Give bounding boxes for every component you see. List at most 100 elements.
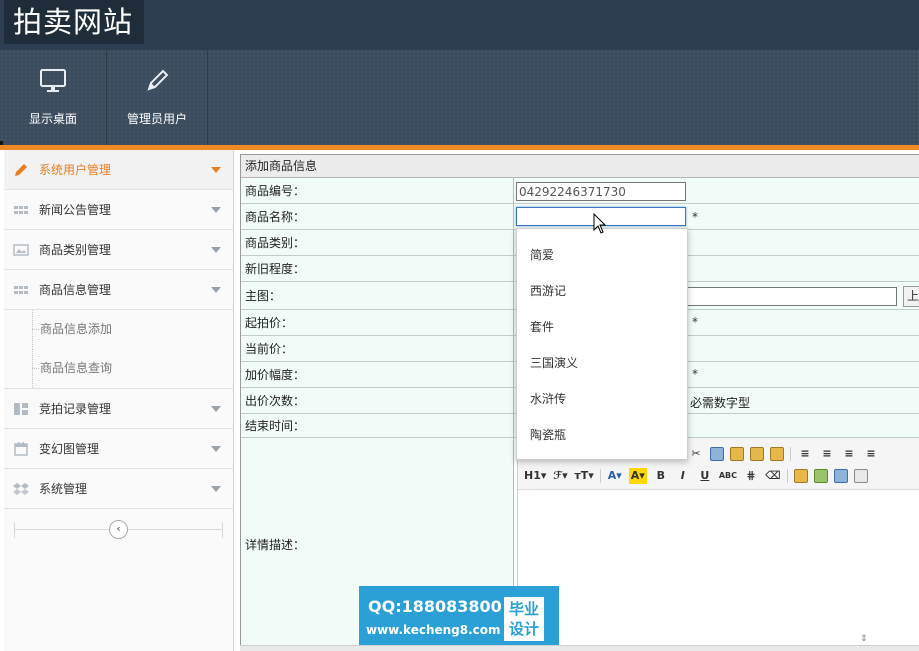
sidebar-item-label: 商品类别管理 <box>39 243 112 257</box>
chevron-down-icon <box>211 406 221 412</box>
bottom-strip <box>240 645 919 651</box>
separator <box>787 469 789 483</box>
resize-grip-icon[interactable]: ⇕ <box>860 635 872 644</box>
copy-icon[interactable] <box>710 447 724 461</box>
paste-text-icon[interactable] <box>750 447 764 461</box>
watermark-url: www.kecheng8.com <box>366 623 501 637</box>
watermark-badge: 毕业 设计 <box>504 597 544 641</box>
sidebar-item-system[interactable]: 系统管理 <box>4 469 233 509</box>
label-main-image: 主图： <box>241 282 514 309</box>
dropdown-option[interactable]: 水浒传 <box>517 381 687 417</box>
label-condition: 新旧程度： <box>241 256 514 281</box>
separator <box>790 447 791 461</box>
product-no-field[interactable] <box>516 182 686 201</box>
top-bar: 拍卖网站 <box>0 0 919 50</box>
watermark-qq: QQ:188083800 <box>368 597 502 616</box>
sidebar-item-category[interactable]: 商品类别管理 <box>4 230 233 270</box>
heading-button[interactable]: H1▾ <box>524 468 546 484</box>
sidebar-item-label: 新闻公告管理 <box>39 203 112 217</box>
paste-icon[interactable] <box>730 447 744 461</box>
editor-toolbar-row-2: H1▾ ℱ▾ тT▾ A▾ A▾ B I U ABC ⋕ ⌫ <box>524 466 869 486</box>
pencil-icon <box>147 69 169 91</box>
image-icon <box>13 244 29 256</box>
required-mark: * <box>692 210 698 224</box>
sidebar-item-bid-records[interactable]: 竞拍记录管理 <box>4 389 233 429</box>
highlight-button[interactable]: A▾ <box>628 468 647 484</box>
dropdown-option[interactable]: 陶瓷瓶 <box>517 417 687 453</box>
upload-button[interactable]: 上 <box>903 286 919 307</box>
row-product-no: 商品编号： <box>241 178 919 204</box>
label-start-price: 起拍价： <box>241 310 514 335</box>
label-product-name: 商品名称： <box>241 204 514 229</box>
show-desktop-button[interactable]: 显示桌面 <box>0 50 107 146</box>
admin-user-button[interactable]: 管理员用户 <box>107 50 208 146</box>
chevron-down-icon <box>211 446 221 452</box>
italic-button[interactable]: I <box>675 468 691 484</box>
cut-icon[interactable]: ✂ <box>688 446 704 462</box>
required-mark: * <box>692 367 698 381</box>
sidebar-item-label: 竞拍记录管理 <box>39 402 112 416</box>
main-image-path-field[interactable] <box>686 287 897 306</box>
dropbox-icon <box>13 483 29 495</box>
watermark-badge-line2: 设计 <box>508 620 539 638</box>
product-info-submenu: 商品信息添加 商品信息查询 <box>4 310 233 389</box>
dashboard-icon <box>14 403 28 415</box>
chevron-down-icon <box>211 247 221 253</box>
sidebar-item-carousel[interactable]: 变幻图管理 <box>4 429 233 469</box>
sidebar-item-label: 系统用户管理 <box>39 163 112 177</box>
insert-image-icon[interactable] <box>794 469 809 483</box>
insert-link-icon[interactable] <box>834 469 849 483</box>
sidebar-subitem-add-product[interactable]: 商品信息添加 <box>4 310 233 349</box>
monitor-icon <box>40 69 66 92</box>
label-end-time: 结束时间： <box>241 414 514 437</box>
sidebar-item-label: 商品信息管理 <box>39 283 112 297</box>
edge-mark <box>0 141 3 145</box>
font-size-button[interactable]: тT▾ <box>574 468 593 484</box>
sidebar-collapse-row: ‹ <box>4 509 233 549</box>
label-product-no: 商品编号： <box>241 178 514 203</box>
dropdown-option[interactable]: 三国演义 <box>517 345 687 381</box>
watermark-badge-line1: 毕业 <box>508 600 539 618</box>
font-family-button[interactable]: ℱ▾ <box>552 468 568 484</box>
required-mark: * <box>692 315 698 329</box>
font-color-button[interactable]: A▾ <box>607 468 623 484</box>
grid-icon <box>14 286 28 294</box>
sidebar-item-system-users[interactable]: 系统用户管理 <box>4 150 233 190</box>
rich-text-editor[interactable]: ✂ ≡ ≡ ≡ ≡ H1▾ ℱ▾ тT▾ A▾ A▾ B I U ABC ⋕ ⌫ <box>517 438 919 651</box>
app-title: 拍卖网站 <box>4 0 144 44</box>
bold-button[interactable]: B <box>653 468 669 484</box>
row-product-name: 商品名称： * <box>241 204 919 230</box>
align-center-icon[interactable]: ≡ <box>819 446 835 462</box>
editor-toolbar-row-1: ✂ ≡ ≡ ≡ ≡ <box>688 444 879 464</box>
form-title: 添加商品信息 <box>241 155 919 178</box>
paste-word-icon[interactable] <box>770 447 784 461</box>
dropdown-option[interactable]: 西游记 <box>517 273 687 309</box>
insert-media-icon[interactable] <box>814 469 829 483</box>
label-current-price: 当前价： <box>241 336 514 361</box>
align-right-icon[interactable]: ≡ <box>841 446 857 462</box>
chevron-down-icon <box>211 486 221 492</box>
dropdown-option[interactable]: 简爱 <box>517 237 687 273</box>
eraser-icon[interactable]: ⌫ <box>765 468 781 484</box>
align-left-icon[interactable]: ≡ <box>797 446 813 462</box>
label-increment: 加价幅度： <box>241 362 514 387</box>
table-icon[interactable]: ⋕ <box>743 468 759 484</box>
separator <box>599 469 601 483</box>
justify-icon[interactable]: ≡ <box>863 446 879 462</box>
strikethrough-button[interactable]: ABC <box>719 468 737 484</box>
sidebar-item-news[interactable]: 新闻公告管理 <box>4 190 233 230</box>
calendar-icon <box>14 442 28 456</box>
more-icon[interactable] <box>854 469 869 483</box>
sidebar-item-product-info[interactable]: 商品信息管理 <box>4 270 233 310</box>
label-category: 商品类别： <box>241 230 514 255</box>
bid-count-hint: 必需数字型 <box>690 396 751 410</box>
sidebar-subitem-query-product[interactable]: 商品信息查询 <box>4 349 233 388</box>
chevron-down-icon <box>211 207 221 213</box>
underline-button[interactable]: U <box>697 468 713 484</box>
autocomplete-dropdown: 简爱 西游记 套件 三国演义 水浒传 陶瓷瓶 <box>516 228 688 460</box>
sidebar-item-label: 系统管理 <box>39 482 88 496</box>
collapse-sidebar-button[interactable]: ‹ <box>109 520 128 539</box>
show-desktop-label: 显示桌面 <box>28 112 77 126</box>
dropdown-option[interactable]: 套件 <box>517 309 687 345</box>
sidebar: 系统用户管理 新闻公告管理 商品类别管理 商品信息管理 商品信息添加 商品信息查… <box>4 150 234 651</box>
